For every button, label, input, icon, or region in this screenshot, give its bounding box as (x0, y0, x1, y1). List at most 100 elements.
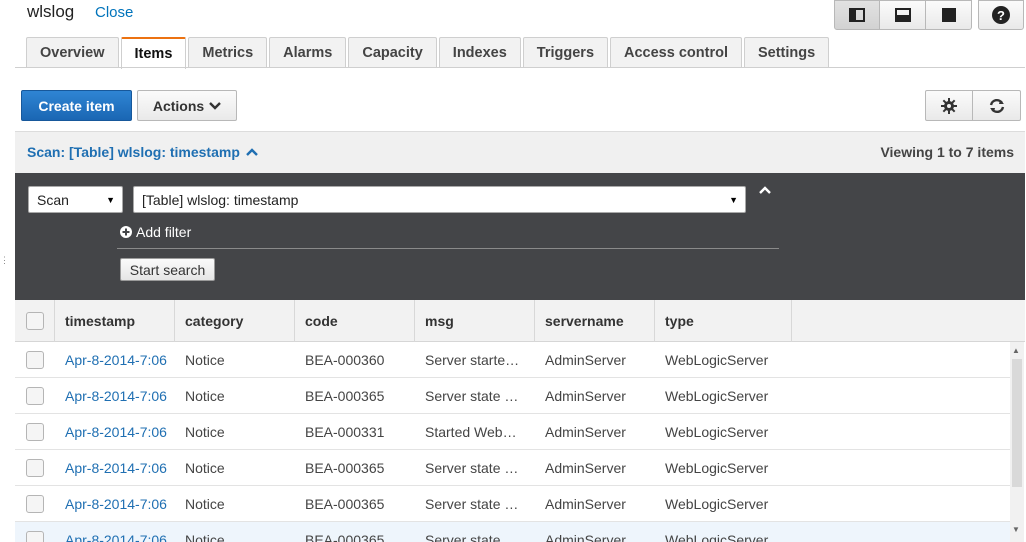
cell-type: WebLogicServer (665, 532, 769, 542)
column-header-category[interactable]: category (175, 300, 295, 342)
table-row[interactable]: Apr-8-2014-7:06 Notice BEA-000365 Server st… (15, 378, 1010, 414)
table-title: wlslog (27, 2, 75, 21)
cell-code: BEA-000365 (305, 388, 385, 404)
cell-type: WebLogicServer (665, 496, 769, 512)
full-view-button[interactable] (926, 0, 972, 30)
cell-timestamp[interactable]: Apr-8-2014-7:06 (55, 486, 167, 522)
scrollbar-thumb[interactable] (1012, 359, 1022, 487)
column-header-msg[interactable]: msg (415, 300, 535, 342)
table-row[interactable]: Apr-8-2014-7:06 Notice BEA-000331 Started W… (15, 414, 1010, 450)
chevron-down-icon (209, 101, 222, 110)
collapse-panel-icon[interactable] (758, 185, 772, 195)
refresh-button[interactable] (973, 90, 1021, 121)
actions-button[interactable]: Actions (137, 90, 237, 121)
cell-timestamp[interactable]: Apr-8-2014-7:06 (55, 450, 167, 486)
tab-bar: Overview Items Metrics Alarms Capacity Indexe… (26, 37, 831, 69)
cell-type: WebLogicServer (665, 460, 769, 476)
cell-code: BEA-000365 (305, 496, 385, 512)
table-row[interactable]: Apr-8-2014-7:06 Notice BEA-000365 Server st… (15, 486, 1010, 522)
cell-code: BEA-000365 (305, 532, 385, 542)
split-horizontal-icon (894, 8, 911, 22)
row-select-cell (15, 342, 55, 378)
tab-divider (15, 67, 1025, 68)
cell-timestamp[interactable]: Apr-8-2014-7:06 (55, 522, 167, 542)
add-filter-button[interactable]: Add filter (120, 224, 191, 240)
tab-settings[interactable]: Settings (743, 37, 830, 68)
filter-divider (117, 248, 779, 249)
cell-timestamp[interactable]: Apr-8-2014-7:06 (55, 414, 167, 450)
scroll-up-icon[interactable]: ▲ (1012, 346, 1020, 355)
cell-category: Notice (185, 424, 225, 440)
row-checkbox[interactable] (26, 387, 44, 405)
tab-alarms[interactable]: Alarms (269, 37, 347, 68)
cell-msg: Server state changed to STARTING (425, 496, 523, 512)
chevron-up-icon (246, 148, 258, 156)
row-checkbox[interactable] (26, 351, 44, 369)
refresh-icon (989, 98, 1004, 113)
tab-metrics[interactable]: Metrics (188, 37, 268, 68)
scan-bar: Scan: [Table] wlslog: timestamp Viewing … (15, 131, 1025, 173)
cell-msg: Server started in RUNNING mode (425, 352, 523, 368)
row-checkbox[interactable] (26, 495, 44, 513)
scroll-down-icon[interactable]: ▼ (1012, 525, 1020, 534)
cell-servername: AdminServer (545, 424, 626, 440)
row-checkbox[interactable] (26, 531, 44, 542)
table-row[interactable]: Apr-8-2014-7:06 Notice BEA-000365 Server st… (15, 450, 1010, 486)
cell-category: Notice (185, 460, 225, 476)
svg-text:?: ? (997, 8, 1005, 23)
split-vertical-view-button[interactable] (834, 0, 880, 30)
table-row[interactable]: Apr-8-2014-7:06 Notice BEA-000365 Server st… (15, 522, 1010, 542)
row-select-cell (15, 486, 55, 522)
actions-label: Actions (152, 97, 205, 114)
tab-triggers[interactable]: Triggers (522, 37, 609, 68)
gear-icon (941, 97, 957, 114)
cell-category: Notice (185, 388, 225, 404)
scan-filter-panel: Scan ▼ [Table] wlslog: timestamp ▼ Add f… (15, 173, 1025, 300)
scan-target-select[interactable]: [Table] wlslog: timestamp ▼ (133, 186, 746, 213)
scan-mode-select[interactable]: Scan ▼ (28, 186, 123, 213)
tab-overview[interactable]: Overview (26, 37, 119, 68)
split-vertical-icon (849, 8, 865, 22)
help-icon: ? (992, 6, 1010, 24)
scan-toggle[interactable]: Scan: [Table] wlslog: timestamp (27, 144, 258, 160)
table-header: timestamp category code msg servername t… (15, 300, 1025, 342)
column-header-servername[interactable]: servername (535, 300, 655, 342)
tab-capacity[interactable]: Capacity (348, 37, 437, 68)
close-link[interactable]: Close (95, 4, 133, 21)
resize-handle-icon[interactable]: ⋮ (0, 255, 9, 266)
cell-code: BEA-000331 (305, 424, 385, 440)
dropdown-arrow-icon: ▼ (729, 195, 738, 205)
cell-msg: Server state changed to STANDBY (425, 460, 523, 476)
cell-msg: Server state changed to RUNNING (425, 388, 523, 404)
cell-type: WebLogicServer (665, 352, 769, 368)
row-checkbox[interactable] (26, 423, 44, 441)
create-item-button[interactable]: Create item (21, 90, 132, 121)
cell-servername: AdminServer (545, 532, 626, 542)
column-header-type[interactable]: type (655, 300, 792, 342)
settings-button[interactable] (925, 90, 973, 121)
row-select-cell (15, 378, 55, 414)
start-search-button[interactable]: Start search (120, 258, 215, 281)
row-checkbox[interactable] (26, 459, 44, 477)
tab-items[interactable]: Items (120, 37, 187, 69)
cell-servername: AdminServer (545, 460, 626, 476)
cell-msg: Server state changed to ADMIN (425, 532, 523, 542)
cell-timestamp[interactable]: Apr-8-2014-7:06 (55, 378, 167, 414)
split-horizontal-view-button[interactable] (880, 0, 926, 30)
item-count-label: Viewing 1 to 7 items (880, 144, 1014, 160)
table-row[interactable]: Apr-8-2014-7:06 Notice BEA-000360 Server st… (15, 342, 1010, 378)
column-header-code[interactable]: code (295, 300, 415, 342)
cell-timestamp[interactable]: Apr-8-2014-7:06 (55, 342, 167, 378)
view-mode-group (834, 0, 972, 30)
cell-code: BEA-000365 (305, 460, 385, 476)
row-select-cell (15, 522, 55, 542)
cell-category: Notice (185, 352, 225, 368)
tab-access-control[interactable]: Access control (610, 37, 742, 68)
cell-type: WebLogicServer (665, 388, 769, 404)
tab-indexes[interactable]: Indexes (438, 37, 521, 68)
row-select-cell (15, 450, 55, 486)
column-header-timestamp[interactable]: timestamp (55, 300, 175, 342)
select-all-checkbox[interactable] (25, 312, 44, 330)
dropdown-arrow-icon: ▼ (106, 195, 115, 205)
help-button[interactable]: ? (978, 0, 1024, 30)
